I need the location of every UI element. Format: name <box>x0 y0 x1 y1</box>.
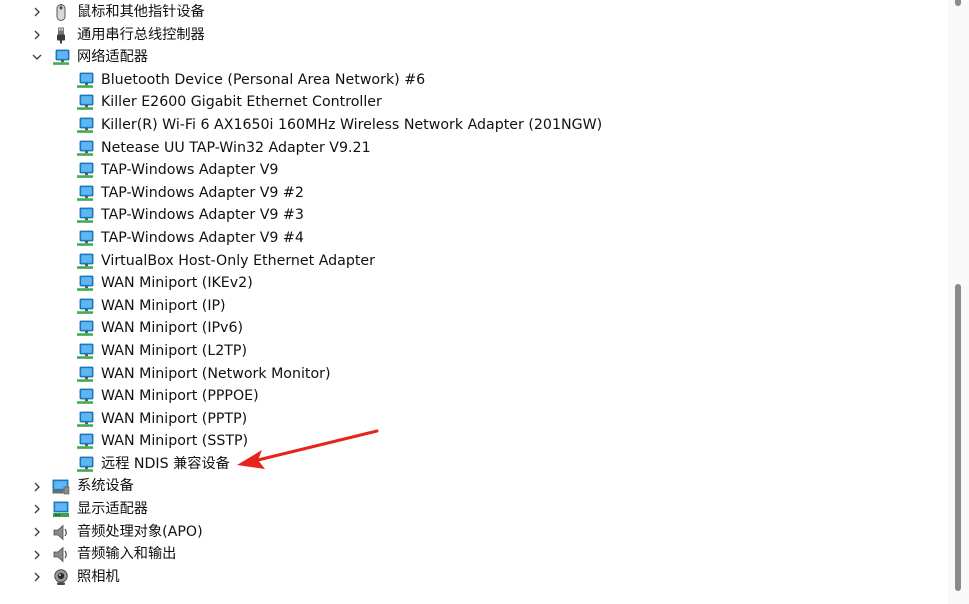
tree-device-item[interactable]: 远程 NDIS 兼容设备 <box>0 453 940 476</box>
tree-device-item[interactable]: VirtualBox Host-Only Ethernet Adapter <box>0 250 940 273</box>
device-label: WAN Miniport (PPTP) <box>101 410 248 427</box>
network-adapter-icon <box>76 140 94 157</box>
device-label: WAN Miniport (IP) <box>101 297 226 314</box>
device-label: Killer E2600 Gigabit Ethernet Controller <box>101 94 382 111</box>
device-label: TAP-Windows Adapter V9 #3 <box>101 207 304 224</box>
chevron-right-icon[interactable] <box>30 1 44 24</box>
speaker-icon <box>52 546 70 563</box>
network-adapter-icon <box>76 94 94 111</box>
tree-device-item[interactable]: TAP-Windows Adapter V9 <box>0 159 940 182</box>
tree-category[interactable]: 鼠标和其他指针设备 <box>0 1 940 24</box>
category-label: 鼠标和其他指针设备 <box>77 4 205 20</box>
tree-device-item[interactable]: WAN Miniport (IP) <box>0 295 940 318</box>
device-label: Netease UU TAP-Win32 Adapter V9.21 <box>101 139 371 156</box>
device-label: VirtualBox Host-Only Ethernet Adapter <box>101 252 375 269</box>
tree-device-item[interactable]: WAN Miniport (PPPOE) <box>0 385 940 408</box>
network-adapter-icon <box>76 230 94 247</box>
tree-device-item[interactable]: Killer E2600 Gigabit Ethernet Controller <box>0 91 940 114</box>
tree-device-item[interactable]: TAP-Windows Adapter V9 #4 <box>0 227 940 250</box>
scrollbar-top-cap <box>955 0 961 6</box>
system-devices-icon <box>52 478 70 495</box>
device-label: TAP-Windows Adapter V9 #4 <box>101 229 304 246</box>
mouse-icon <box>52 4 70 21</box>
device-manager-tree-view: 鼠标和其他指针设备 通用串行总线控制器 网络适配器 Bluetooth Devi… <box>0 0 969 604</box>
tree-category[interactable]: 系统设备 <box>0 475 940 498</box>
tree-device-item[interactable]: Killer(R) Wi-Fi 6 AX1650i 160MHz Wireles… <box>0 114 940 137</box>
category-label: 系统设备 <box>77 478 134 495</box>
tree-device-item[interactable]: WAN Miniport (L2TP) <box>0 340 940 363</box>
chevron-right-icon[interactable] <box>30 24 44 47</box>
network-adapter-icon <box>76 433 94 450</box>
category-label: 通用串行总线控制器 <box>77 26 205 43</box>
tree-category[interactable]: 照相机 <box>0 566 940 589</box>
tree-device-item[interactable]: TAP-Windows Adapter V9 #3 <box>0 204 940 227</box>
category-label: 音频处理对象(APO) <box>77 523 203 540</box>
network-adapter-icon <box>76 275 94 292</box>
device-label: WAN Miniport (IKEv2) <box>101 275 253 292</box>
network-adapter-icon <box>76 72 94 89</box>
chevron-right-icon[interactable] <box>30 521 44 544</box>
device-label: WAN Miniport (SSTP) <box>101 433 249 450</box>
chevron-right-icon[interactable] <box>30 566 44 589</box>
device-label: TAP-Windows Adapter V9 #2 <box>101 184 304 201</box>
network-adapter-icon <box>52 49 70 66</box>
tree-device-item[interactable]: WAN Miniport (Network Monitor) <box>0 363 940 386</box>
chevron-down-icon[interactable] <box>30 46 44 69</box>
category-label: 照相机 <box>77 568 120 585</box>
tree-device-item[interactable]: WAN Miniport (PPTP) <box>0 408 940 431</box>
tree-category[interactable]: 音频处理对象(APO) <box>0 521 940 544</box>
network-adapter-icon <box>76 162 94 179</box>
device-label: Killer(R) Wi-Fi 6 AX1650i 160MHz Wireles… <box>101 116 603 133</box>
network-adapter-icon <box>76 411 94 428</box>
scrollbar-thumb[interactable] <box>955 284 961 591</box>
network-adapter-icon <box>76 343 94 360</box>
device-label: Bluetooth Device (Personal Area Network)… <box>101 71 426 88</box>
speaker-icon <box>52 524 70 541</box>
network-adapter-icon <box>76 185 94 202</box>
tree-category[interactable]: 网络适配器 <box>0 46 940 69</box>
device-label: WAN Miniport (PPPOE) <box>101 388 259 405</box>
device-label: WAN Miniport (L2TP) <box>101 342 248 359</box>
network-adapter-icon <box>76 366 94 383</box>
tree-category[interactable]: 音频输入和输出 <box>0 543 940 566</box>
network-adapter-icon <box>76 320 94 337</box>
network-adapter-icon <box>76 253 94 270</box>
network-adapter-icon <box>76 298 94 315</box>
network-adapter-icon <box>76 456 94 473</box>
chevron-right-icon[interactable] <box>30 475 44 498</box>
device-label: TAP-Windows Adapter V9 <box>101 162 279 179</box>
category-label: 网络适配器 <box>77 49 148 66</box>
category-label: 显示适配器 <box>77 501 148 518</box>
display-adapter-icon <box>52 501 70 518</box>
device-tree: 鼠标和其他指针设备 通用串行总线控制器 网络适配器 Bluetooth Devi… <box>0 1 948 588</box>
tree-category[interactable]: 显示适配器 <box>0 498 940 521</box>
network-adapter-icon <box>76 388 94 405</box>
tree-device-item[interactable]: TAP-Windows Adapter V9 #2 <box>0 182 940 205</box>
network-adapter-icon <box>76 207 94 224</box>
network-adapter-icon <box>76 117 94 134</box>
chevron-right-icon[interactable] <box>30 543 44 566</box>
device-label: WAN Miniport (IPv6) <box>101 320 244 337</box>
camera-icon <box>52 569 70 586</box>
device-label: 远程 NDIS 兼容设备 <box>101 455 230 472</box>
chevron-right-icon[interactable] <box>30 498 44 521</box>
tree-device-item[interactable]: Bluetooth Device (Personal Area Network)… <box>0 69 940 92</box>
vertical-scrollbar[interactable] <box>948 0 969 604</box>
tree-device-item[interactable]: Netease UU TAP-Win32 Adapter V9.21 <box>0 137 940 160</box>
usb-plug-icon <box>52 27 70 44</box>
tree-device-item[interactable]: WAN Miniport (IKEv2) <box>0 272 940 295</box>
tree-category[interactable]: 通用串行总线控制器 <box>0 24 940 47</box>
device-label: WAN Miniport (Network Monitor) <box>101 365 331 382</box>
tree-device-item[interactable]: WAN Miniport (IPv6) <box>0 317 940 340</box>
tree-device-item[interactable]: WAN Miniport (SSTP) <box>0 430 940 453</box>
category-label: 音频输入和输出 <box>77 546 177 563</box>
